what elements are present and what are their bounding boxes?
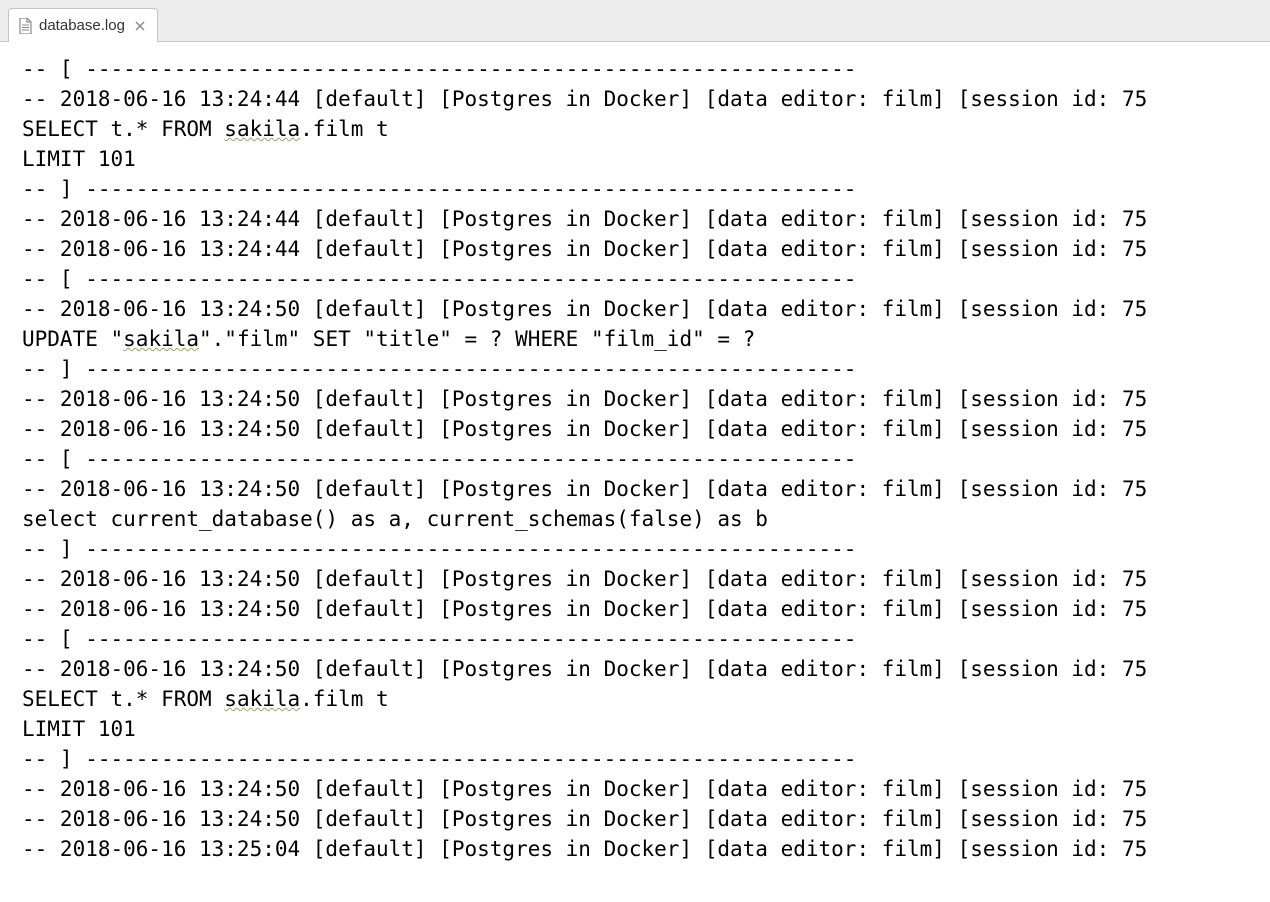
log-line: -- 2018-06-16 13:24:50 [default] [Postgr… [22, 564, 1270, 594]
warning-underline: sakila [224, 687, 300, 711]
log-line: SELECT t.* FROM sakila.film t [22, 114, 1270, 144]
log-line: -- 2018-06-16 13:24:50 [default] [Postgr… [22, 294, 1270, 324]
log-line: LIMIT 101 [22, 714, 1270, 744]
tab-label: database.log [39, 17, 125, 34]
tab-database-log[interactable]: database.log [8, 8, 158, 42]
close-icon[interactable] [133, 19, 147, 33]
log-line: -- 2018-06-16 13:24:44 [default] [Postgr… [22, 84, 1270, 114]
log-line: -- 2018-06-16 13:24:50 [default] [Postgr… [22, 384, 1270, 414]
log-line: -- 2018-06-16 13:24:50 [default] [Postgr… [22, 654, 1270, 684]
tab-bar: database.log [0, 0, 1270, 42]
log-line: -- ] -----------------------------------… [22, 744, 1270, 774]
log-line: -- 2018-06-16 13:24:50 [default] [Postgr… [22, 774, 1270, 804]
log-line: -- 2018-06-16 13:24:50 [default] [Postgr… [22, 804, 1270, 834]
warning-underline: sakila [123, 327, 199, 351]
log-editor[interactable]: -- [ -----------------------------------… [0, 42, 1270, 902]
log-line: -- 2018-06-16 13:24:44 [default] [Postgr… [22, 204, 1270, 234]
log-line: SELECT t.* FROM sakila.film t [22, 684, 1270, 714]
log-line: -- 2018-06-16 13:24:50 [default] [Postgr… [22, 474, 1270, 504]
log-line: -- ] -----------------------------------… [22, 174, 1270, 204]
log-line: LIMIT 101 [22, 144, 1270, 174]
log-line: -- [ -----------------------------------… [22, 624, 1270, 654]
log-line: UPDATE "sakila"."film" SET "title" = ? W… [22, 324, 1270, 354]
log-line: -- 2018-06-16 13:24:50 [default] [Postgr… [22, 414, 1270, 444]
log-line: -- [ -----------------------------------… [22, 54, 1270, 84]
log-line: -- [ -----------------------------------… [22, 264, 1270, 294]
log-line: -- 2018-06-16 13:24:50 [default] [Postgr… [22, 594, 1270, 624]
warning-underline: sakila [224, 117, 300, 141]
file-icon [17, 18, 33, 34]
log-line: -- 2018-06-16 13:25:04 [default] [Postgr… [22, 834, 1270, 864]
log-line: -- [ -----------------------------------… [22, 444, 1270, 474]
log-line: -- ] -----------------------------------… [22, 534, 1270, 564]
log-line: -- 2018-06-16 13:24:44 [default] [Postgr… [22, 234, 1270, 264]
log-line: -- ] -----------------------------------… [22, 354, 1270, 384]
log-line: select current_database() as a, current_… [22, 504, 1270, 534]
